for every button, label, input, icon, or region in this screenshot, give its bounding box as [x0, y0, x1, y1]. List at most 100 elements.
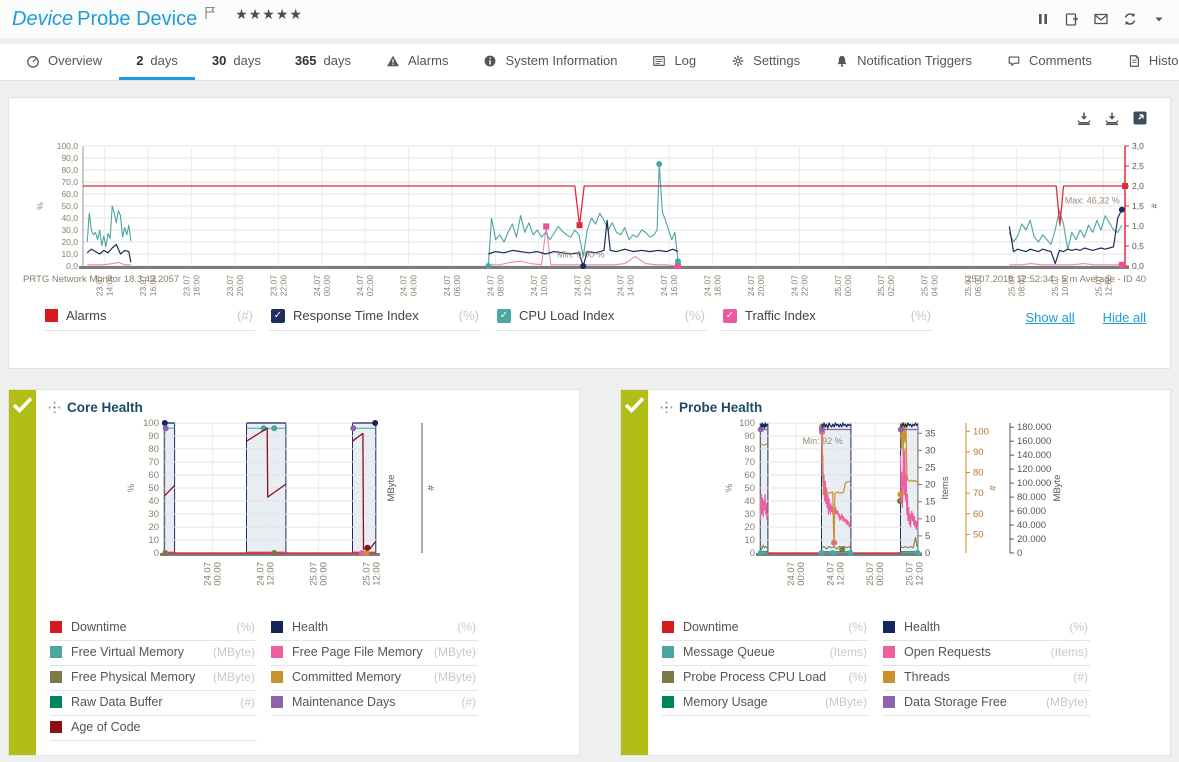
legend-item-open-requests[interactable]: Open Requests(Items) [883, 641, 1090, 666]
legend-item-threads[interactable]: Threads(#) [883, 666, 1090, 691]
svg-text:12:00: 12:00 [266, 562, 277, 586]
tab-comments[interactable]: Comments [989, 44, 1109, 80]
legend-swatch [50, 671, 62, 683]
svg-text:%: % [126, 483, 137, 492]
mail-icon[interactable] [1093, 11, 1109, 27]
svg-text:20: 20 [148, 522, 159, 533]
legend-item-maintenance-days[interactable]: Maintenance Days(#) [271, 691, 478, 716]
legend-swatch [271, 621, 283, 633]
svg-text:60: 60 [744, 470, 755, 481]
show-all-link[interactable]: Show all [1026, 310, 1075, 325]
tab-system-information[interactable]: System Information [465, 44, 634, 80]
caret-down-icon[interactable] [1151, 11, 1167, 27]
download-icon[interactable] [1076, 110, 1092, 126]
tab-30-days[interactable]: 30 days [195, 44, 278, 80]
svg-text:40: 40 [744, 496, 755, 507]
legend-item-alarms[interactable]: Alarms(#) [43, 307, 255, 331]
legend-item-message-queue[interactable]: Message Queue(Items) [662, 641, 869, 666]
move-icon[interactable] [46, 399, 62, 415]
svg-text:10,0: 10,0 [61, 249, 78, 259]
svg-text:60: 60 [973, 509, 984, 520]
tab-notification-triggers[interactable]: Notification Triggers [817, 44, 989, 80]
legend-label: CPU Load Index [519, 308, 614, 323]
svg-text:00:00: 00:00 [875, 562, 886, 586]
move-icon[interactable] [658, 399, 674, 415]
flag-icon[interactable] [203, 5, 219, 21]
legend-swatch [662, 696, 674, 708]
legend-item-raw-data-buffer[interactable]: Raw Data Buffer(#) [50, 691, 257, 716]
tab-365-days[interactable]: 365 days [278, 44, 368, 80]
svg-text:20: 20 [744, 522, 755, 533]
tab-history[interactable]: History [1109, 44, 1179, 80]
legend-item-downtime[interactable]: Downtime(%) [50, 616, 257, 641]
svg-text:50: 50 [744, 483, 755, 494]
svg-text:12:00: 12:00 [372, 562, 383, 586]
svg-text:22:00: 22:00 [799, 275, 809, 297]
svg-text:160.000: 160.000 [1017, 436, 1051, 447]
legend-item-health[interactable]: Health(%) [883, 616, 1090, 641]
legend-item-traffic-index[interactable]: ✓Traffic Index(%) [721, 307, 933, 331]
tab-log[interactable]: Log [634, 44, 713, 80]
hide-all-link[interactable]: Hide all [1103, 310, 1146, 325]
doc-plus-icon[interactable] [1064, 11, 1080, 27]
legend-item-response-time-index[interactable]: ✓Response Time Index(%) [269, 307, 481, 331]
legend-label: Open Requests [904, 645, 991, 659]
svg-text:30: 30 [925, 445, 936, 456]
expand-icon[interactable] [1132, 110, 1148, 126]
legend-item-data-storage-free[interactable]: Data Storage Free(MByte) [883, 691, 1090, 716]
legend-swatch [271, 671, 283, 683]
svg-text:24.07: 24.07 [616, 275, 626, 297]
legend-item-health[interactable]: Health(%) [271, 616, 478, 641]
svg-text:2,0: 2,0 [1132, 181, 1144, 191]
legend-checkbox[interactable]: ✓ [497, 309, 511, 323]
svg-text:60.000: 60.000 [1017, 506, 1046, 517]
gauge-icon [25, 53, 41, 69]
refresh-icon[interactable] [1122, 11, 1138, 27]
priority-stars[interactable]: ★★★★★ [235, 6, 303, 23]
pause-icon[interactable] [1035, 11, 1051, 27]
legend-checkbox[interactable]: ✓ [723, 309, 737, 323]
legend-label: Committed Memory [292, 670, 401, 684]
legend-item-free-page-file-memory[interactable]: Free Page File Memory(MByte) [271, 641, 478, 666]
legend-unit: (#) [237, 308, 253, 323]
svg-text:23.07: 23.07 [268, 275, 278, 297]
legend-item-free-physical-memory[interactable]: Free Physical Memory(MByte) [50, 666, 257, 691]
svg-text:90: 90 [744, 431, 755, 442]
svg-text:24.07: 24.07 [529, 275, 539, 297]
tab-overview[interactable]: Overview [8, 44, 119, 80]
tab-settings[interactable]: Settings [713, 44, 817, 80]
svg-text:0: 0 [1017, 548, 1022, 559]
svg-text:20:00: 20:00 [235, 275, 245, 297]
svg-text:50,0: 50,0 [61, 201, 78, 211]
legend-unit: (%) [236, 620, 255, 634]
legend-item-committed-memory[interactable]: Committed Memory(MByte) [271, 666, 478, 691]
svg-text:02:00: 02:00 [365, 275, 375, 297]
legend-item-age-of-code[interactable]: Age of Code [50, 716, 257, 741]
tab-alarms[interactable]: Alarms [368, 44, 465, 80]
legend-checkbox[interactable]: ✓ [271, 309, 285, 323]
legend-item-free-virtual-memory[interactable]: Free Virtual Memory(MByte) [50, 641, 257, 666]
svg-text:40.000: 40.000 [1017, 520, 1046, 531]
main-chart-panel: 0,010,020,030,040,050,060,070,080,090,01… [8, 97, 1171, 369]
legend-item-cpu-load-index[interactable]: ✓ CPU Load Index (%) [495, 307, 707, 331]
legend-swatch [662, 671, 674, 683]
legend-label: Health [904, 620, 940, 634]
svg-text:%: % [35, 202, 45, 210]
tab-2-days[interactable]: 2 days [119, 44, 195, 80]
core-health-panel: Core Health 010203040506070809010024.070… [8, 389, 580, 756]
probe-health-panel: Probe Health 010203040506070809010024.07… [620, 389, 1171, 756]
svg-text:14:00: 14:00 [626, 275, 636, 297]
device-kind-label: Device [12, 8, 73, 30]
legend-item-downtime[interactable]: Downtime(%) [662, 616, 869, 641]
legend-unit: (%) [685, 308, 705, 323]
svg-text:08:00: 08:00 [495, 275, 505, 297]
svg-text:16:00: 16:00 [669, 275, 679, 297]
legend-unit: (MByte) [1046, 695, 1088, 709]
legend-item-probe-process-cpu-load[interactable]: Probe Process CPU Load(%) [662, 666, 869, 691]
svg-text:24.07: 24.07 [355, 275, 365, 297]
download-icon[interactable] [1104, 110, 1120, 126]
legend-item-memory-usage[interactable]: Memory Usage(MByte) [662, 691, 869, 716]
svg-text:1,0: 1,0 [1132, 221, 1144, 231]
legend-swatch [50, 646, 62, 658]
page-header: DeviceProbe Device ★★★★★ [0, 0, 1179, 38]
